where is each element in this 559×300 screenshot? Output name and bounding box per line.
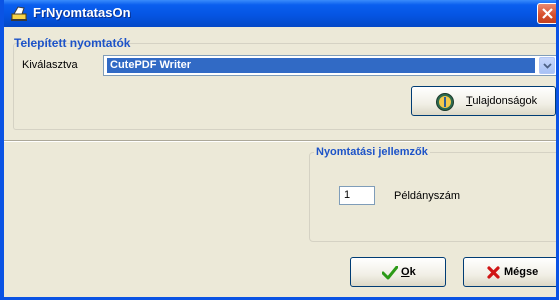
close-button[interactable]	[537, 3, 556, 24]
window-title: FrNyomtatasOn	[33, 5, 131, 20]
red-x-icon	[487, 266, 500, 282]
properties-label-rest: ulajdonságok	[472, 95, 538, 107]
chevron-down-icon	[543, 63, 552, 69]
print-settings-title: Nyomtatási jellemzők	[314, 146, 430, 158]
close-icon	[542, 8, 553, 19]
copies-input[interactable]: 1	[339, 186, 375, 205]
ok-button[interactable]: Ok	[350, 257, 446, 287]
title-bar[interactable]: FrNyomtatasOn	[4, 0, 556, 27]
print-dialog-window: FrNyomtatasOn Telepített nyomtatók Kivál…	[0, 0, 559, 300]
selected-printer-label: Kiválasztva	[22, 59, 78, 71]
properties-icon	[435, 92, 455, 112]
installed-printers-title: Telepített nyomtatók	[14, 36, 131, 50]
checkmark-icon	[381, 265, 399, 283]
cancel-button-label: Mégse	[504, 266, 539, 278]
printer-app-icon	[10, 5, 28, 22]
ok-button-label: Ok	[401, 266, 416, 278]
properties-button[interactable]: Tulajdonságok	[411, 86, 556, 116]
copies-label: Példányszám	[394, 190, 461, 202]
cancel-button[interactable]: Mégse	[463, 257, 556, 287]
ok-label-rest: k	[409, 266, 416, 278]
printer-select[interactable]: CutePDF Writer	[103, 55, 556, 76]
printer-select-value: CutePDF Writer	[107, 58, 535, 73]
printer-select-dropdown-button[interactable]	[539, 57, 555, 74]
properties-button-label: Tulajdonságok	[466, 95, 537, 107]
ok-access-key: O	[401, 266, 410, 278]
separator	[4, 140, 556, 142]
